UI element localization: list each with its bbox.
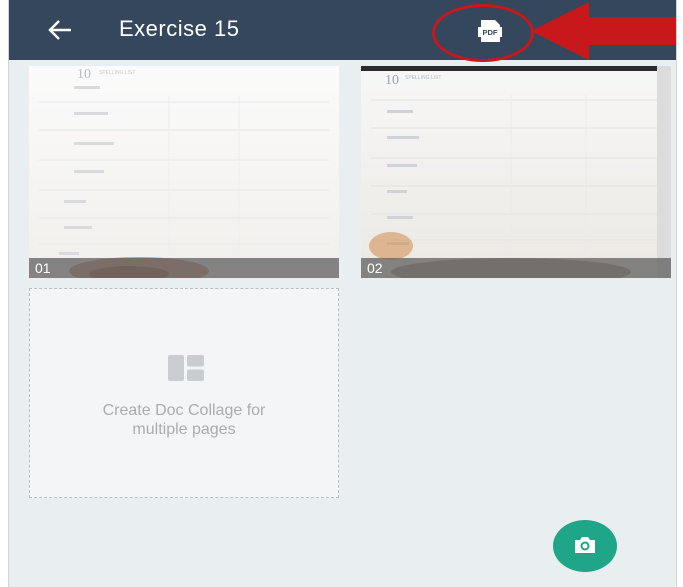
scan-header-text: SPELLING LIST	[99, 70, 135, 76]
page-thumbnail[interactable]: 10 SPELLING LIST 01	[29, 66, 339, 278]
collage-hint-line1: Create Doc Collage for	[102, 402, 266, 419]
collage-hint-line2: multiple pages	[132, 421, 236, 438]
arrow-left-icon	[48, 20, 71, 40]
page-scan-image: 10 SPELLING LIST	[361, 66, 671, 278]
create-doc-collage-card[interactable]: Create Doc Collage for multiple pages	[29, 288, 339, 498]
page-title: Exercise 15	[119, 16, 240, 41]
annotation-arrow	[531, 2, 676, 60]
collage-icon	[168, 355, 204, 381]
camera-fab-button[interactable]	[553, 520, 617, 572]
annotation-circle	[432, 4, 534, 62]
scan-header-number: 10	[77, 67, 91, 82]
page-scan-image: 10 SPELLING LIST	[29, 66, 339, 278]
collage-hint-text: Create Doc Collage for multiple pages	[30, 401, 338, 439]
scan-header-number: 10	[385, 73, 399, 88]
scan-header-text: SPELLING LIST	[405, 75, 441, 81]
app-screen: Exercise 15 PDF 10 SPELLING LIST 01 10 S…	[8, 0, 677, 587]
camera-icon	[575, 537, 595, 553]
page-number-label: 01	[29, 258, 339, 278]
back-button[interactable]	[47, 18, 73, 42]
page-number-label: 02	[361, 258, 671, 278]
page-thumbnail[interactable]: 10 SPELLING LIST 02	[361, 66, 671, 278]
